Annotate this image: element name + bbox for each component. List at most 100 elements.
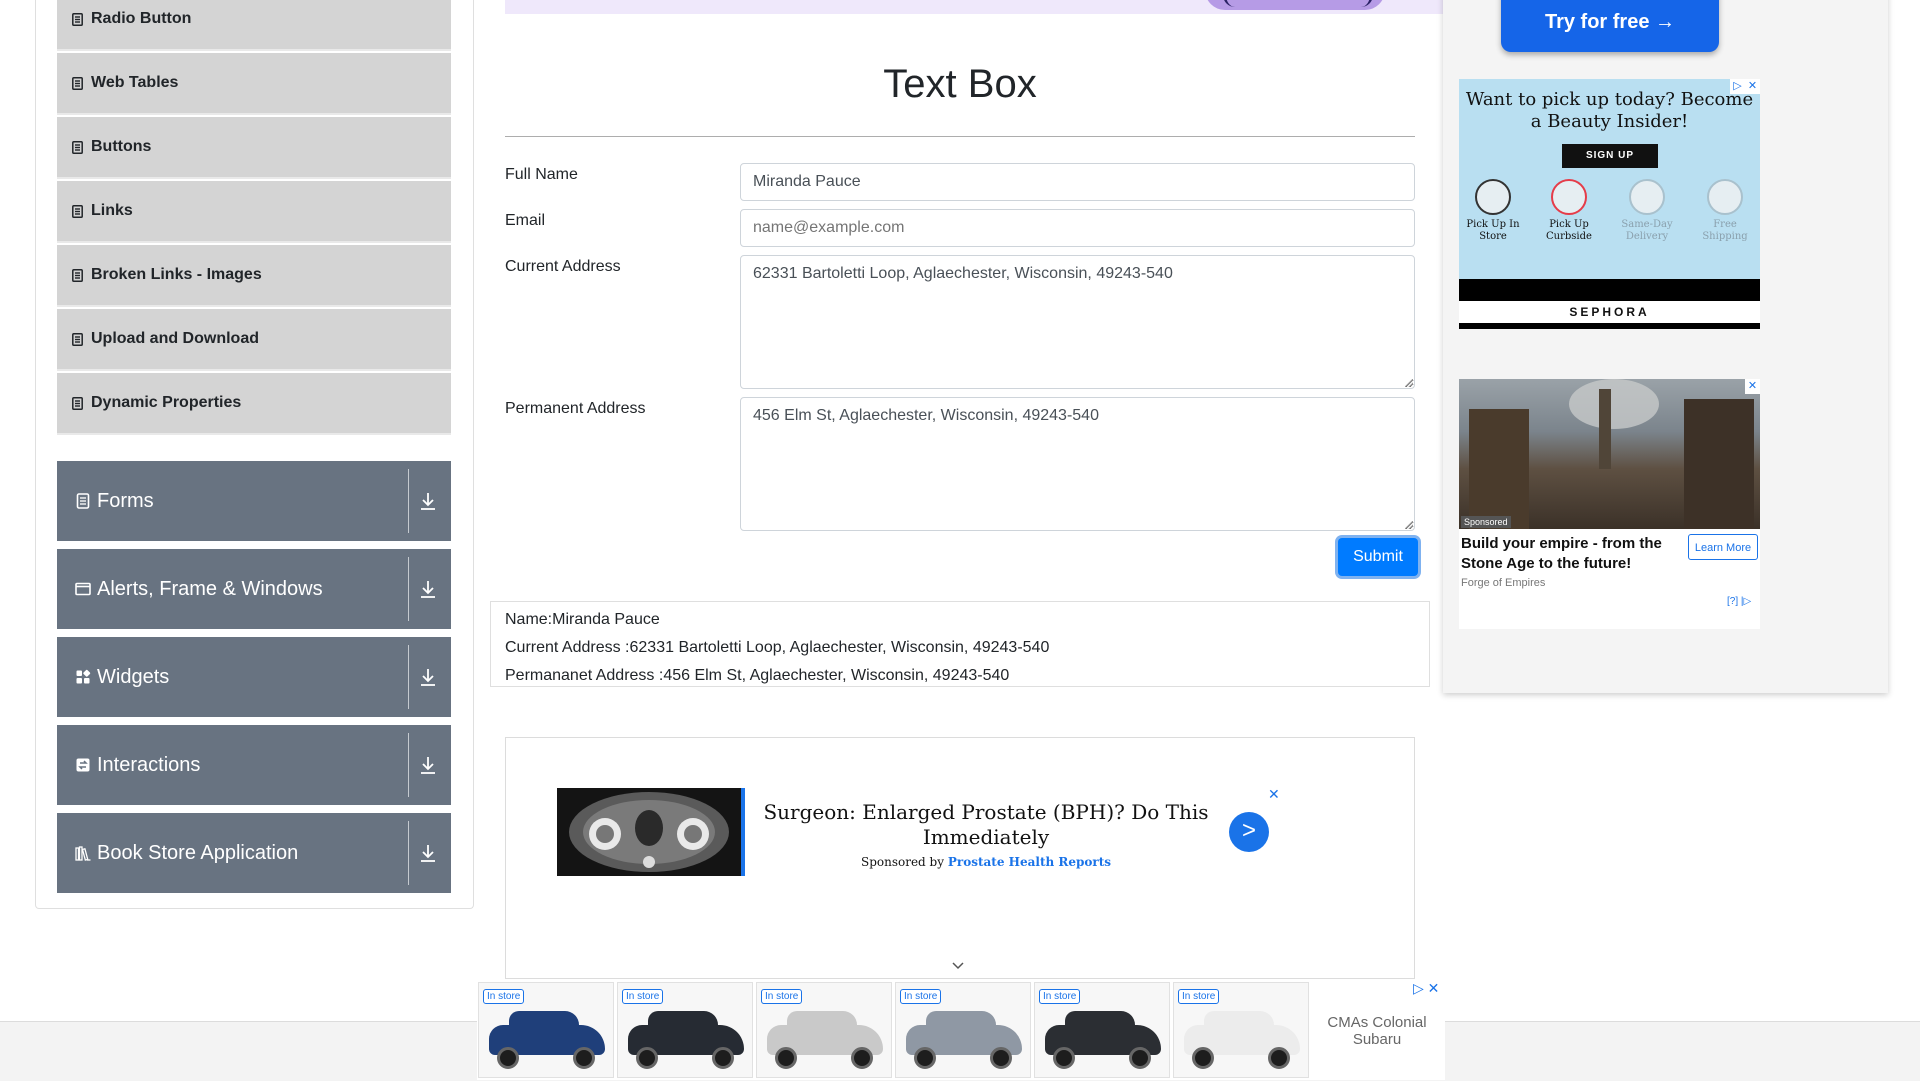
sidebar-item-web-tables[interactable]: Web Tables: [57, 53, 451, 115]
sidebar-item-dynamic-properties[interactable]: Dynamic Properties: [57, 373, 451, 435]
ad-info-text: [?] |: [1727, 596, 1744, 607]
car-tile[interactable]: In store: [895, 982, 1031, 1078]
divider: [408, 821, 409, 885]
sidebar-item-label: Links: [91, 202, 133, 219]
phone-icon: [1629, 179, 1665, 215]
car-tile[interactable]: In store: [756, 982, 892, 1078]
sponsored-tag: Sponsored: [1461, 516, 1511, 528]
current-address-input[interactable]: 62331 Bartoletti Loop, Aglaechester, Wis…: [740, 255, 1415, 389]
group-label: Interactions: [97, 753, 201, 776]
sephora-signup-button[interactable]: SIGN UP: [1562, 144, 1658, 168]
resize-handle[interactable]: [1405, 521, 1413, 529]
truck-icon: [1707, 179, 1743, 215]
sponsored-ad[interactable]: Surgeon: Enlarged Prostate (BPH)? Do Thi…: [505, 737, 1415, 979]
sephora-option: Pick Up In Store: [1463, 179, 1523, 243]
close-icon[interactable]: ✕: [1268, 786, 1280, 803]
chevron-down-icon[interactable]: [952, 960, 964, 972]
wheel: [1192, 1047, 1214, 1069]
group-header-alerts[interactable]: Alerts, Frame & Windows: [57, 549, 451, 629]
sephora-brand-bar: SEPHORA: [1459, 279, 1760, 329]
empire-ad-image[interactable]: Sponsored: [1459, 379, 1760, 529]
sidebar-item-label: Buttons: [91, 138, 152, 155]
learn-more-button[interactable]: Learn More: [1688, 534, 1758, 560]
divider: [408, 733, 409, 797]
ad-go-button[interactable]: >: [1229, 812, 1269, 852]
download-icon[interactable]: [419, 755, 437, 775]
current-address-label: Current Address: [505, 258, 621, 275]
submit-button[interactable]: Submit: [1338, 538, 1418, 576]
wheel: [636, 1047, 658, 1069]
group-label: Alerts, Frame & Windows: [97, 577, 323, 600]
email-input[interactable]: [740, 209, 1415, 247]
close-icon[interactable]: ✕: [1745, 379, 1760, 394]
in-store-badge: In store: [622, 989, 664, 1004]
divider: [408, 557, 409, 621]
top-banner-ad[interactable]: [505, 0, 1445, 14]
ad-sponsored-prefix: Sponsored by: [860, 855, 945, 869]
group-label: Forms: [97, 489, 154, 512]
car-tile[interactable]: In store: [617, 982, 753, 1078]
email-label: Email: [505, 212, 546, 229]
try-for-free-button[interactable]: Try for free →: [1501, 0, 1719, 52]
sidebar-item-label: Web Tables: [91, 74, 179, 91]
ad-info-link[interactable]: [?] |▷: [1727, 596, 1751, 607]
in-store-badge: In store: [483, 989, 525, 1004]
close-icon[interactable]: ▷ ✕: [1413, 980, 1439, 997]
output-panel: Name:Miranda Pauce Current Address :6233…: [490, 601, 1430, 687]
car-tile[interactable]: In store: [1173, 982, 1309, 1078]
download-icon[interactable]: [419, 491, 437, 511]
grid-icon: [76, 669, 91, 684]
sidebar-item-links[interactable]: Links: [57, 181, 451, 243]
ad-sponsor-name[interactable]: Prostate Health Reports: [948, 855, 1111, 869]
ad-headline[interactable]: Surgeon: Enlarged Prostate (BPH)? Do Thi…: [756, 800, 1216, 850]
empire-ad-title[interactable]: Build your empire - from the Stone Age t…: [1461, 534, 1681, 574]
divider: [408, 469, 409, 533]
smokestack-shape: [1599, 389, 1611, 469]
sidebar-item-buttons[interactable]: Buttons: [57, 117, 451, 179]
document-icon: [72, 76, 83, 90]
download-icon[interactable]: [419, 579, 437, 599]
ad-image[interactable]: [557, 788, 745, 876]
full-name-label: Full Name: [505, 166, 578, 183]
sidebar-item-broken-links[interactable]: Broken Links - Images: [57, 245, 451, 307]
car-icon: [1551, 179, 1587, 215]
ad-choices[interactable]: ✕: [1745, 379, 1760, 394]
sidebar-item-upload-download[interactable]: Upload and Download: [57, 309, 451, 371]
car-tile[interactable]: In store: [1034, 982, 1170, 1078]
wheel: [914, 1047, 936, 1069]
sephora-option-label: Pick Up In Store: [1466, 219, 1520, 242]
scan-image: [557, 788, 741, 876]
in-store-badge: In store: [1039, 989, 1081, 1004]
in-store-badge: In store: [900, 989, 942, 1004]
document-icon: [72, 332, 83, 346]
output-name: Name:Miranda Pauce: [505, 611, 660, 628]
group-header-widgets[interactable]: Widgets: [57, 637, 451, 717]
group-header-forms[interactable]: Forms: [57, 461, 451, 541]
wheel: [851, 1047, 873, 1069]
sephora-ad[interactable]: ▷ ✕ Want to pick up today? Become a Beau…: [1459, 79, 1760, 329]
group-header-book-store[interactable]: Book Store Application: [57, 813, 451, 893]
permanent-address-input[interactable]: 456 Elm St, Aglaechester, Wisconsin, 492…: [740, 397, 1415, 531]
banner-pill-outline: [1223, 0, 1373, 7]
wheel: [497, 1047, 519, 1069]
wheel: [1053, 1047, 1075, 1069]
car-dealer-ad[interactable]: In store In store In store In store In s…: [477, 980, 1445, 1080]
dealer-name[interactable]: CMAs Colonial Subaru: [1317, 1014, 1437, 1048]
empire-ad[interactable]: Sponsored ✕ Build your empire - from the…: [1459, 379, 1760, 629]
sidebar-item-label: Broken Links - Images: [91, 266, 262, 283]
permanent-address-label: Permanent Address: [505, 400, 646, 417]
sidebar-item-radio-button[interactable]: Radio Button: [57, 0, 451, 51]
download-icon[interactable]: [419, 667, 437, 687]
full-name-input[interactable]: [740, 163, 1415, 201]
document-icon: [72, 12, 83, 26]
sephora-option: Pick Up Curbside: [1539, 179, 1599, 243]
document-icon: [76, 493, 90, 509]
resize-handle[interactable]: [1405, 379, 1413, 387]
group-header-interactions[interactable]: Interactions: [57, 725, 451, 805]
car-tile[interactable]: In store: [478, 982, 614, 1078]
sidebar-item-label: Dynamic Properties: [91, 394, 242, 411]
document-icon: [72, 140, 83, 154]
window-icon: [75, 582, 91, 596]
download-icon[interactable]: [419, 843, 437, 863]
adchoices-icon: ▷: [1743, 596, 1752, 607]
